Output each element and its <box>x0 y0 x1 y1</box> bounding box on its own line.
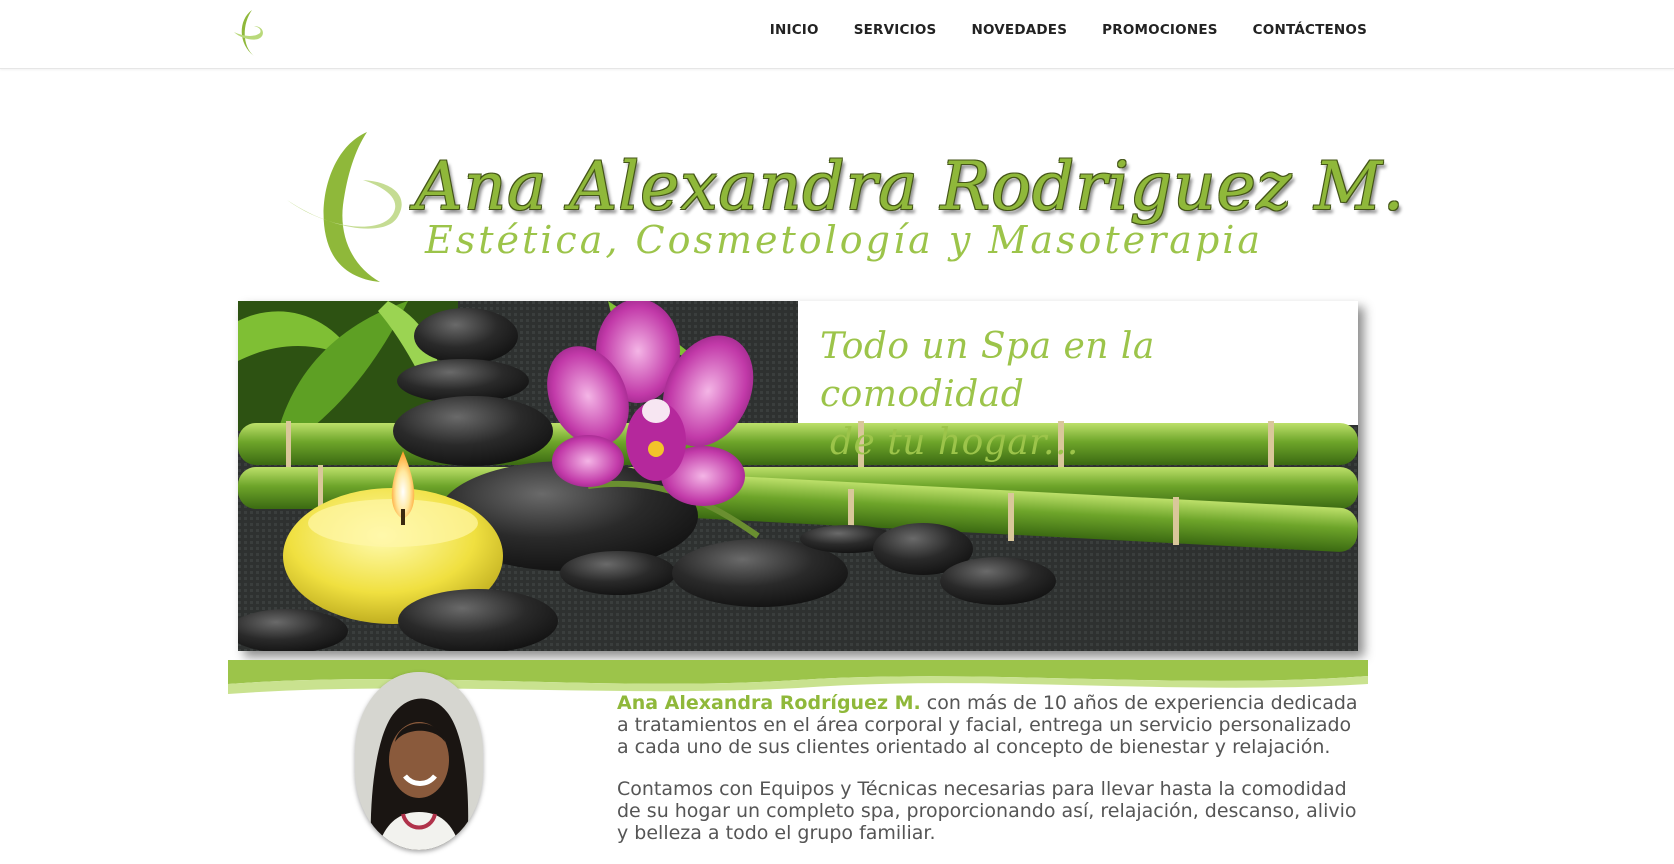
banner-quote-line-1: Todo un Spa en la comodidad <box>820 326 1155 415</box>
about-name-highlight: Ana Alexandra Rodríguez M. <box>617 692 921 714</box>
nav-inicio[interactable]: INICIO <box>770 22 819 38</box>
portrait-photo <box>355 672 483 850</box>
brand-header: Ana Alexandra Rodriguez M. Estética, Cos… <box>285 130 1404 285</box>
brand-tagline: Estética, Cosmetología y Masoterapia <box>425 218 1264 262</box>
leaf-swirl-logo-icon <box>287 132 402 282</box>
nav-novedades[interactable]: NOVEDADES <box>971 22 1067 38</box>
banner-quote-line-2: de tu hogar... <box>830 422 1079 463</box>
nav-promociones[interactable]: PROMOCIONES <box>1102 22 1218 38</box>
about-paragraph-1: Ana Alexandra Rodríguez M. con más de 10… <box>617 692 1367 758</box>
brand-name: Ana Alexandra Rodriguez M. <box>415 148 1405 225</box>
main-nav: INICIO SERVICIOS NOVEDADES PROMOCIONES C… <box>770 22 1367 38</box>
profile-portrait <box>355 672 483 850</box>
nav-servicios[interactable]: SERVICIOS <box>854 22 937 38</box>
spa-banner: Todo un Spa en la comodidad de tu hogar.… <box>238 301 1358 651</box>
about-section: Ana Alexandra Rodríguez M. con más de 10… <box>617 692 1367 864</box>
leaf-logo-icon[interactable] <box>228 6 272 60</box>
about-paragraph-2: Contamos con Equipos y Técnicas necesari… <box>617 778 1357 844</box>
banner-quote: Todo un Spa en la comodidad de tu hogar.… <box>820 323 1358 467</box>
top-navigation-bar: INICIO SERVICIOS NOVEDADES PROMOCIONES C… <box>0 0 1674 69</box>
nav-contactenos[interactable]: CONTÁCTENOS <box>1253 22 1367 38</box>
